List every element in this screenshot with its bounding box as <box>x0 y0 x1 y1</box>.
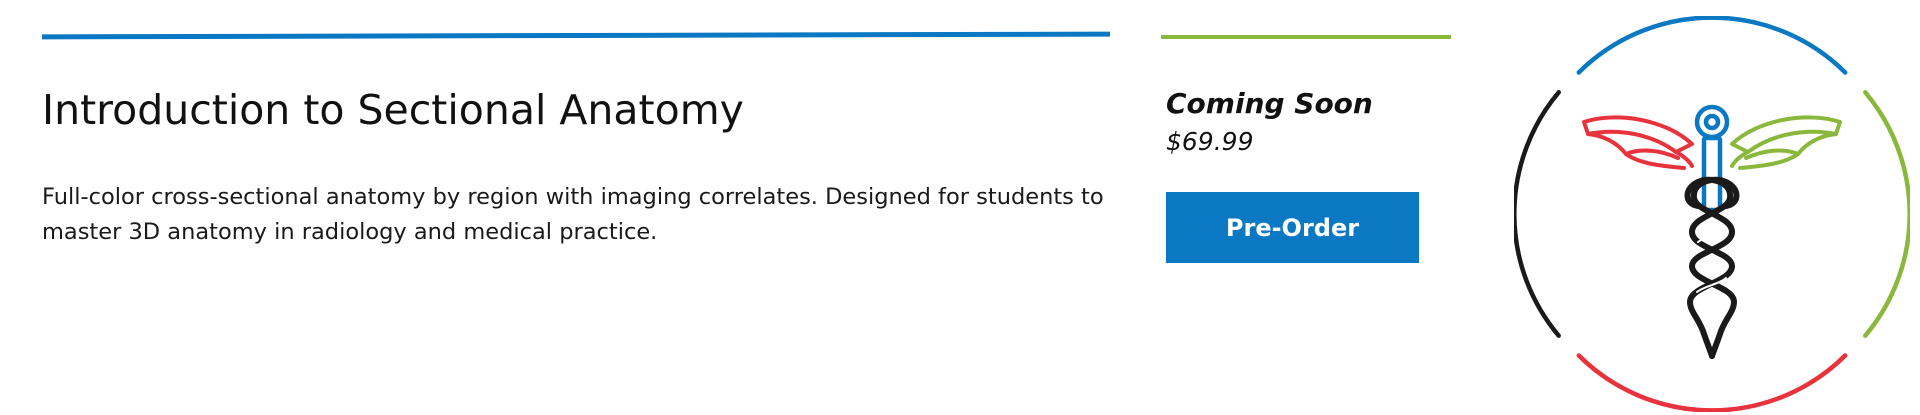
staff <box>1694 104 1730 213</box>
caduceus-icon <box>1514 16 1910 412</box>
right-wing <box>1730 115 1842 170</box>
title-divider <box>42 31 1110 40</box>
left-wing <box>1582 115 1694 170</box>
product-description: Full-color cross-sectional anatomy by re… <box>42 184 1104 245</box>
pre-order-button[interactable]: Pre-Order <box>1166 192 1419 263</box>
ring-segment-top <box>1576 16 1848 75</box>
product-title: Introduction to Sectional Anatomy <box>42 86 744 134</box>
ring-segment-right <box>1863 90 1910 338</box>
ring-segment-left <box>1514 90 1561 338</box>
ring-segment-bottom <box>1576 353 1848 412</box>
product-price: $69.99 <box>1166 127 1254 156</box>
availability-status: Coming Soon <box>1166 87 1373 120</box>
price-divider <box>1161 35 1451 39</box>
